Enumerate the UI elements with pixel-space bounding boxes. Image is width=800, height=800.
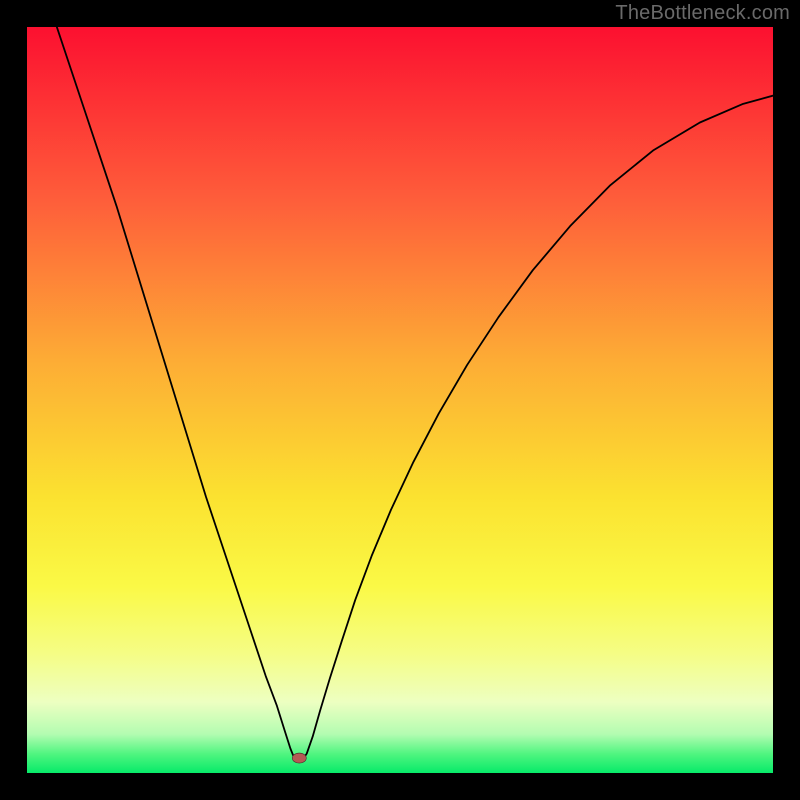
watermark-text: TheBottleneck.com	[615, 2, 790, 25]
optimum-marker	[292, 753, 306, 763]
chart-plot	[27, 27, 773, 773]
chart-frame: TheBottleneck.com	[0, 0, 800, 800]
chart-background	[27, 27, 773, 773]
